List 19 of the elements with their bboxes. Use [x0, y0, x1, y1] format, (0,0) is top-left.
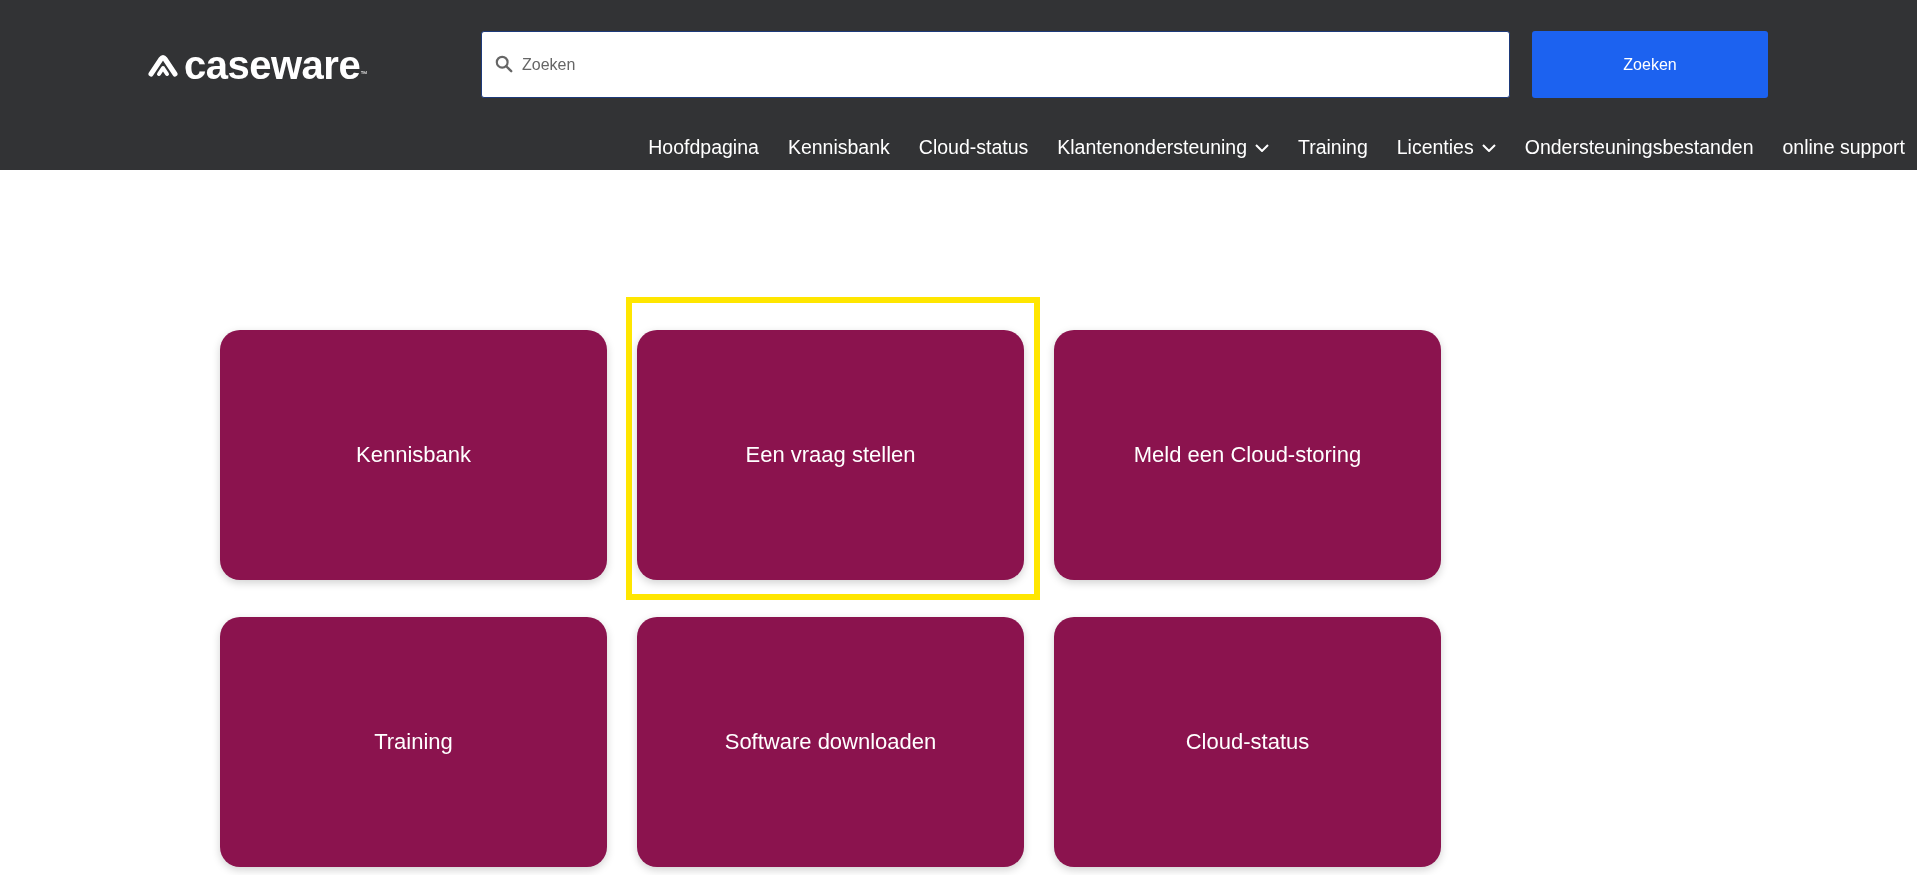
tile-button[interactable]: Cloud-status: [1054, 617, 1441, 867]
nav-link[interactable]: Klantenondersteuning: [1057, 136, 1269, 159]
search-button[interactable]: Zoeken: [1532, 31, 1768, 98]
tile-button[interactable]: Training: [220, 617, 607, 867]
tile-button[interactable]: Meld een Cloud-storing: [1054, 330, 1441, 580]
tile-button[interactable]: Software downloaden: [637, 617, 1024, 867]
tile-button[interactable]: Een vraag stellen: [637, 330, 1024, 580]
chevron-down-icon: [1255, 143, 1269, 152]
nav-link[interactable]: Kennisbank: [787, 136, 890, 159]
nav-link[interactable]: Cloud-status: [918, 136, 1029, 159]
nav-link[interactable]: Hoofdpagina: [648, 136, 759, 159]
nav-link[interactable]: Training: [1298, 136, 1368, 159]
search-field[interactable]: Zoeken: [481, 31, 1510, 98]
nav-link[interactable]: Ondersteuningsbestanden: [1524, 136, 1754, 159]
tile-button[interactable]: Kennisbank: [220, 330, 607, 580]
logo-wordmark[interactable]: caseware: [184, 44, 361, 85]
nav-link[interactable]: Licenties: [1396, 136, 1496, 159]
nav-link[interactable]: online support: [1782, 136, 1905, 159]
chevron-down-icon: [1481, 143, 1496, 152]
